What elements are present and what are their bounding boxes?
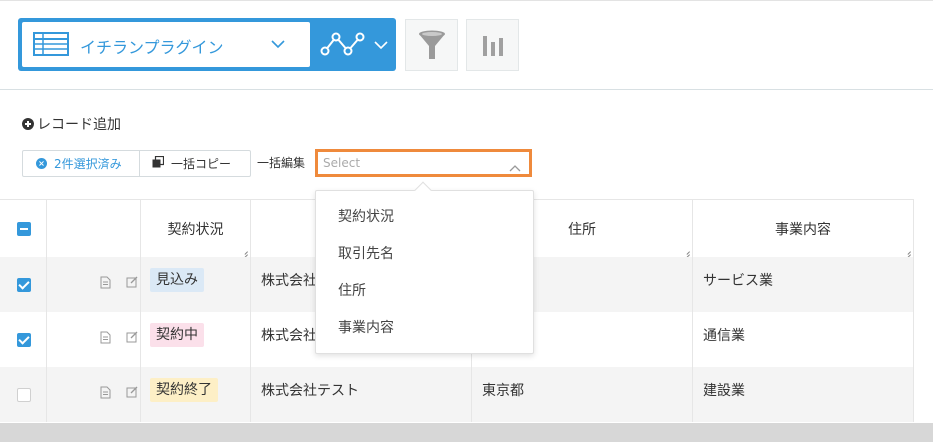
graph-view-button[interactable] [310, 18, 396, 71]
select-all-checkbox[interactable] [17, 222, 31, 236]
document-icon[interactable] [100, 276, 111, 289]
row-actions-cell [47, 312, 166, 367]
column-resize-handle[interactable] [683, 248, 690, 255]
header-cell-status[interactable]: 契約状況 [141, 199, 251, 257]
edit-icon[interactable] [126, 386, 138, 398]
toolbar-divider [0, 89, 933, 90]
company-cell[interactable]: 株式会社テスト [251, 367, 472, 422]
chevron-down-icon [374, 38, 388, 54]
company-name: 株式会社 [261, 273, 317, 289]
row-select-cell [0, 367, 47, 422]
dropdown-caret [414, 181, 432, 199]
selected-count-button[interactable]: × 2件選択済み [22, 150, 140, 177]
bulk-edit-dropdown: 契約状況 取引先名 住所 事業内容 [315, 181, 534, 354]
status-badge: 契約終了 [150, 378, 218, 402]
header-select-all-cell [0, 199, 47, 257]
status-cell[interactable]: 契約終了 [141, 367, 251, 422]
edit-icon[interactable] [126, 276, 138, 288]
dropdown-option-company[interactable]: 取引先名 [316, 236, 533, 273]
business: サービス業 [703, 273, 773, 289]
company-name: 株式会社 [261, 328, 317, 344]
column-resize-handle[interactable] [241, 248, 248, 255]
add-record-button[interactable]: レコード追加 [22, 114, 121, 134]
business-cell[interactable]: 通信業 [693, 312, 914, 367]
document-icon[interactable] [100, 386, 111, 399]
business-cell[interactable]: サービス業 [693, 257, 914, 312]
row-checkbox[interactable] [17, 388, 31, 402]
chevron-down-icon [271, 37, 285, 53]
header-cell-business[interactable]: 事業内容 [693, 199, 914, 257]
edit-icon[interactable] [126, 331, 138, 343]
view-selector-group: イチランプラグイン [18, 18, 396, 71]
bulk-edit-select[interactable]: Select [315, 149, 532, 177]
status-badge: 見込み [150, 268, 204, 292]
row-checkbox[interactable] [17, 333, 31, 347]
row-select-cell [0, 312, 47, 367]
row-checkbox[interactable] [17, 278, 31, 292]
document-icon[interactable] [100, 331, 111, 344]
company-name: 株式会社テスト [261, 383, 359, 399]
status-badge: 契約中 [150, 323, 204, 347]
close-circle-icon: × [36, 158, 47, 169]
bulk-copy-label: 一括コピー [171, 157, 232, 171]
filter-icon [418, 30, 445, 59]
top-border [0, 0, 933, 1]
status-cell[interactable]: 契約中 [141, 312, 251, 367]
header-actions-cell [47, 199, 141, 257]
row-actions-cell [47, 367, 166, 422]
chart-button[interactable] [466, 19, 519, 71]
header-label: 契約状況 [167, 222, 224, 238]
header-label: 事業内容 [775, 222, 831, 238]
row-select-cell [0, 257, 47, 312]
filter-button[interactable] [405, 19, 458, 71]
column-resize-handle[interactable] [904, 248, 911, 255]
view-select[interactable]: イチランプラグイン [22, 22, 310, 67]
table-row[interactable]: 契約終了 株式会社テスト 東京都 建設業 [0, 367, 914, 422]
dropdown-option-business[interactable]: 事業内容 [316, 310, 533, 347]
status-cell[interactable]: 見込み [141, 257, 251, 312]
selected-count-label: 2件選択済み [54, 157, 122, 171]
bulk-edit-label: 一括編集 [257, 156, 306, 170]
dropdown-option-address[interactable]: 住所 [316, 273, 533, 310]
plus-circle-icon [22, 118, 34, 130]
address: 東京都 [482, 383, 524, 399]
copy-icon [152, 155, 165, 171]
business: 建設業 [703, 383, 745, 399]
address-cell[interactable]: 東京都 [472, 367, 693, 422]
add-record-label: レコード追加 [37, 117, 121, 133]
bar-chart-icon [482, 36, 503, 56]
business: 通信業 [703, 328, 745, 344]
business-cell[interactable]: 建設業 [693, 367, 914, 422]
chevron-up-icon [509, 160, 521, 176]
bulk-edit-placeholder: Select [323, 156, 361, 170]
horizontal-scrollbar[interactable] [0, 423, 933, 442]
dropdown-option-status[interactable]: 契約状況 [316, 199, 533, 236]
table-icon [33, 32, 69, 60]
line-graph-icon [320, 29, 366, 63]
row-actions-cell [47, 257, 166, 312]
view-name: イチランプラグイン [80, 38, 224, 57]
bulk-copy-button[interactable]: 一括コピー [140, 150, 251, 177]
